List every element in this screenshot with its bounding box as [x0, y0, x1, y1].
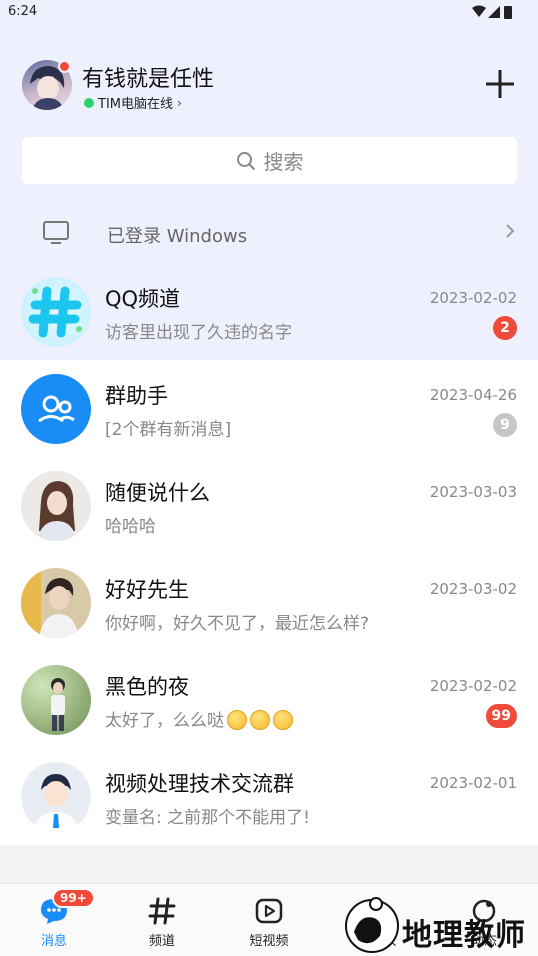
conversation-item[interactable]: 好好先生 你好啊，好久不见了，最近怎么样? 2023-03-02 — [0, 554, 538, 651]
conversation-title: 随便说什么 — [105, 481, 210, 505]
conversation-title: QQ频道 — [105, 287, 181, 311]
conversation-item[interactable]: QQ频道 访客里出现了久违的名字 2023-02-02 2 — [0, 263, 538, 360]
conversation-preview: 访客里出现了久违的名字 — [105, 323, 292, 343]
avatar — [21, 762, 91, 832]
notification-dot — [58, 60, 71, 73]
chevron-right-icon — [506, 224, 515, 238]
tab-label: 短视频 — [249, 934, 289, 949]
battery-icon — [504, 6, 512, 19]
conversation-date: 2023-02-02 — [429, 289, 517, 307]
conversation-preview: 变量名: 之前那个不能用了! — [105, 808, 310, 828]
device-login-row[interactable]: 已登录 Windows — [0, 210, 538, 256]
avatar — [21, 665, 91, 735]
conversation-title: 群助手 — [105, 384, 168, 408]
online-status[interactable]: TIM电脑在线 › — [84, 93, 182, 112]
conversation-preview: 哈哈哈 — [105, 517, 156, 537]
conversation-title: 视频处理技术交流群 — [105, 772, 294, 796]
avatar — [21, 471, 91, 541]
tab-label: 消息 — [40, 934, 67, 949]
kiss-emoji-icon — [250, 710, 270, 730]
signal-icon — [488, 6, 500, 18]
search-label: 搜索 — [263, 150, 304, 174]
conversation-date: 2023-04-26 — [429, 386, 517, 404]
watermark-logo — [345, 897, 399, 953]
conversation-title: 好好先生 — [105, 578, 189, 602]
conversation-item[interactable]: 群助手 [2个群有新消息] 2023-04-26 9 — [0, 360, 538, 457]
kiss-emoji-icon — [273, 710, 293, 730]
status-bar: 6:24 — [0, 0, 538, 24]
unread-badge: 2 — [493, 316, 517, 340]
conversation-date: 2023-03-02 — [429, 580, 517, 598]
conversation-item[interactable]: 随便说什么 哈哈哈 2023-03-03 — [0, 457, 538, 554]
conversation-date: 2023-02-02 — [429, 677, 517, 695]
conversation-preview: 你好啊，好久不见了，最近怎么样? — [105, 614, 370, 634]
watermark-text: 地理教师 — [402, 918, 526, 953]
conversation-date: 2023-03-03 — [429, 483, 517, 501]
kiss-emoji-icon — [227, 710, 247, 730]
tab-messages[interactable]: 99+ 消息 — [0, 884, 108, 956]
status-icons — [472, 5, 512, 19]
preview-text: 太好了，么么哒 — [105, 711, 224, 731]
profile-name[interactable]: 有钱就是任性 — [82, 61, 214, 93]
wifi-icon — [472, 5, 486, 17]
tab-label: 频道 — [148, 934, 175, 949]
plus-icon[interactable] — [484, 68, 516, 100]
online-indicator — [84, 97, 94, 108]
monitor-icon — [43, 221, 69, 244]
unread-badge: 99 — [485, 704, 517, 728]
chevron-right-icon: › — [177, 95, 182, 110]
unread-badge: 9 — [493, 413, 517, 437]
channel-avatar — [21, 277, 91, 347]
tab-channels[interactable]: 频道 — [108, 884, 216, 956]
conversation-preview: [2个群有新消息] — [105, 420, 232, 440]
conversation-date: 2023-02-01 — [429, 774, 517, 792]
tab-short-video[interactable]: 短视频 — [215, 884, 323, 956]
conversation-preview: 太好了，么么哒 — [105, 706, 293, 731]
avatar — [21, 568, 91, 638]
hashtag-icon — [148, 897, 176, 925]
conversation-item[interactable]: 黑色的夜 太好了，么么哒 2023-02-02 99 — [0, 651, 538, 748]
group-helper-avatar — [21, 374, 91, 444]
watermark: 地理教师 — [340, 892, 538, 956]
search-icon — [236, 151, 255, 170]
online-status-label: TIM电脑在线 — [98, 97, 173, 112]
tab-badge: 99+ — [52, 888, 95, 908]
conversation-list: QQ频道 访客里出现了久违的名字 2023-02-02 2 群助手 [2个群有新… — [0, 263, 538, 845]
status-time: 6:24 — [8, 4, 38, 19]
conversation-item[interactable]: 视频处理技术交流群 变量名: 之前那个不能用了! 2023-02-01 — [0, 748, 538, 845]
device-label: 已登录 Windows — [107, 226, 248, 247]
search-bar[interactable]: 搜索 — [22, 137, 517, 184]
play-icon — [255, 898, 283, 924]
conversation-title: 黑色的夜 — [105, 675, 189, 699]
